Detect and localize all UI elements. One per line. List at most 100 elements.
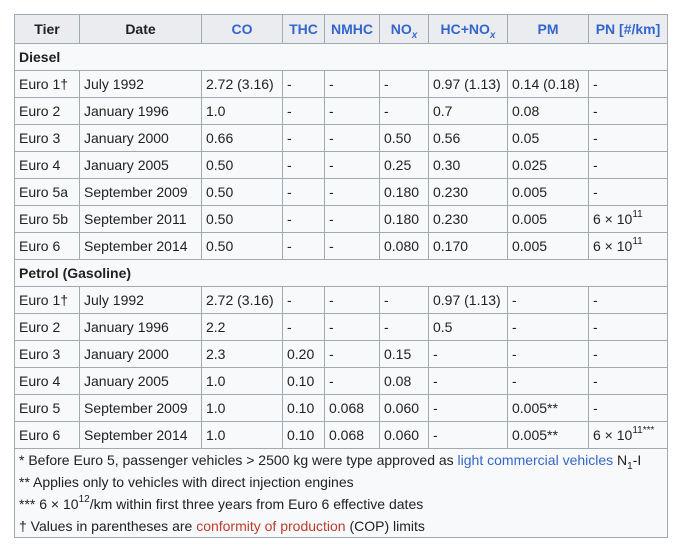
cell-nmhc: - <box>324 313 380 341</box>
table-row: Euro 3 January 2000 0.66- -0.50 0.56 0.05- <box>14 124 668 152</box>
light-commercial-vehicles-link[interactable]: light commercial vehicles <box>458 452 614 468</box>
cell-thc: - <box>282 70 325 98</box>
cell-pn: - <box>588 124 668 152</box>
cell-thc: - <box>282 97 325 125</box>
table-row: Euro 5a September 2009 0.50- -0.180 0.230 0.0… <box>14 178 668 206</box>
cell-pn: - <box>588 151 668 179</box>
table-row: Euro 3 January 2000 2.3 0.20-0.15- - - <box>14 340 668 368</box>
cell-pn: 6 × 1011*** <box>588 421 668 449</box>
cell-tier: Euro 5a <box>14 178 80 206</box>
cell-hcnox: 0.97 (1.13) <box>428 286 508 314</box>
header-nmhc[interactable]: NMHC <box>324 14 380 44</box>
cell-nox: 0.080 <box>379 232 429 260</box>
cell-co: 2.3 <box>201 340 283 368</box>
cell-pm: 0.005 <box>507 178 589 206</box>
cell-tier: Euro 1† <box>14 286 80 314</box>
cell-tier: Euro 5b <box>14 205 80 233</box>
cell-date: September 2009 <box>79 178 202 206</box>
cell-pm: 0.025 <box>507 151 589 179</box>
footnote-1: * Before Euro 5, passenger vehicles > 25… <box>19 452 642 472</box>
cell-date: January 2005 <box>79 151 202 179</box>
cell-hcnox: 0.170 <box>428 232 508 260</box>
cell-pn: 6 × 1011 <box>588 205 668 233</box>
cell-thc: 0.10 <box>282 421 325 449</box>
table-row: Euro 5 September 2009 1.0 0.10 0.068 0.060-0.… <box>14 394 668 422</box>
cell-pm: 0.005 <box>507 232 589 260</box>
cell-nox: - <box>379 70 429 98</box>
cell-tier: Euro 6 <box>14 232 80 260</box>
cell-nox: 0.180 <box>379 178 429 206</box>
table-row: Euro 4 January 2005 0.50- -0.25 0.30 0.025- <box>14 151 668 179</box>
table-row: Euro 1† July 1992 2.72 (3.16) - - -0.97 (1.13… <box>14 70 668 98</box>
cell-co: 1.0 <box>201 421 283 449</box>
cell-pm: 0.005 <box>507 205 589 233</box>
section-row-petrol: Petrol (Gasoline) <box>14 259 668 287</box>
cell-hcnox: - <box>428 340 508 368</box>
table-row: Euro 2 January 1996 2.2- - -0.5- - <box>14 313 668 341</box>
cell-thc: - <box>282 286 325 314</box>
cell-thc: 0.20 <box>282 340 325 368</box>
cell-pm: - <box>507 313 589 341</box>
header-tier[interactable]: Tier <box>14 14 80 44</box>
cell-date: September 2014 <box>79 421 202 449</box>
cell-pn: - <box>588 340 668 368</box>
header-date[interactable]: Date <box>79 14 202 44</box>
cell-pm: - <box>507 286 589 314</box>
cell-nmhc: - <box>324 124 380 152</box>
section-label-diesel: Diesel <box>14 43 668 71</box>
cell-hcnox: 0.230 <box>428 205 508 233</box>
cell-co: 2.72 (3.16) <box>201 70 283 98</box>
cell-pn: - <box>588 97 668 125</box>
cell-date: September 2014 <box>79 232 202 260</box>
cell-pn: - <box>588 70 668 98</box>
header-pn[interactable]: PN [#/km] <box>588 14 668 44</box>
cell-nmhc: - <box>324 151 380 179</box>
cell-tier: Euro 3 <box>14 124 80 152</box>
footnotes-cell: * Before Euro 5, passenger vehicles > 25… <box>14 448 668 538</box>
header-pm[interactable]: PM <box>507 14 589 44</box>
cell-hcnox: - <box>428 421 508 449</box>
cell-co: 2.2 <box>201 313 283 341</box>
cell-date: July 1992 <box>79 70 202 98</box>
cell-date: September 2011 <box>79 205 202 233</box>
cell-date: January 1996 <box>79 313 202 341</box>
cell-nox: - <box>379 97 429 125</box>
cell-nmhc: - <box>324 340 380 368</box>
cell-pn: - <box>588 313 668 341</box>
cell-co: 1.0 <box>201 394 283 422</box>
table-row: Euro 4 January 2005 1.0 0.10-0.08- - - <box>14 367 668 395</box>
cell-co: 2.72 (3.16) <box>201 286 283 314</box>
cell-nox: - <box>379 286 429 314</box>
cell-thc: 0.10 <box>282 367 325 395</box>
table-row: Euro 6 September 2014 0.50- -0.080 0.170 0.00… <box>14 232 668 260</box>
conformity-of-production-link[interactable]: conformity of production <box>196 518 345 534</box>
emission-standards-table: Tier Date CO THC NMHC NOx HC+NOx PM PN [… <box>14 14 668 538</box>
cell-co: 1.0 <box>201 367 283 395</box>
cell-tier: Euro 2 <box>14 97 80 125</box>
cell-nmhc: - <box>324 205 380 233</box>
cell-hcnox: - <box>428 367 508 395</box>
cell-hcnox: - <box>428 394 508 422</box>
cell-date: January 2000 <box>79 340 202 368</box>
cell-pn: - <box>588 367 668 395</box>
section-label-petrol: Petrol (Gasoline) <box>14 259 668 287</box>
cell-nox: 0.060 <box>379 421 429 449</box>
header-co[interactable]: CO <box>201 14 283 44</box>
cell-pm: 0.05 <box>507 124 589 152</box>
cell-hcnox: 0.230 <box>428 178 508 206</box>
cell-date: January 2000 <box>79 124 202 152</box>
cell-thc: - <box>282 178 325 206</box>
header-nox[interactable]: NOx <box>379 14 429 44</box>
cell-nmhc: - <box>324 178 380 206</box>
cell-thc: - <box>282 151 325 179</box>
footnote-3: *** 6 × 1012/km within first three years… <box>19 494 424 512</box>
header-hc-nox[interactable]: HC+NOx <box>428 14 508 44</box>
cell-date: September 2009 <box>79 394 202 422</box>
cell-nox: 0.25 <box>379 151 429 179</box>
cell-nox: 0.15 <box>379 340 429 368</box>
header-thc[interactable]: THC <box>282 14 325 44</box>
cell-hcnox: 0.56 <box>428 124 508 152</box>
cell-thc: - <box>282 232 325 260</box>
footnotes-row: * Before Euro 5, passenger vehicles > 25… <box>14 448 668 538</box>
cell-pm: - <box>507 340 589 368</box>
